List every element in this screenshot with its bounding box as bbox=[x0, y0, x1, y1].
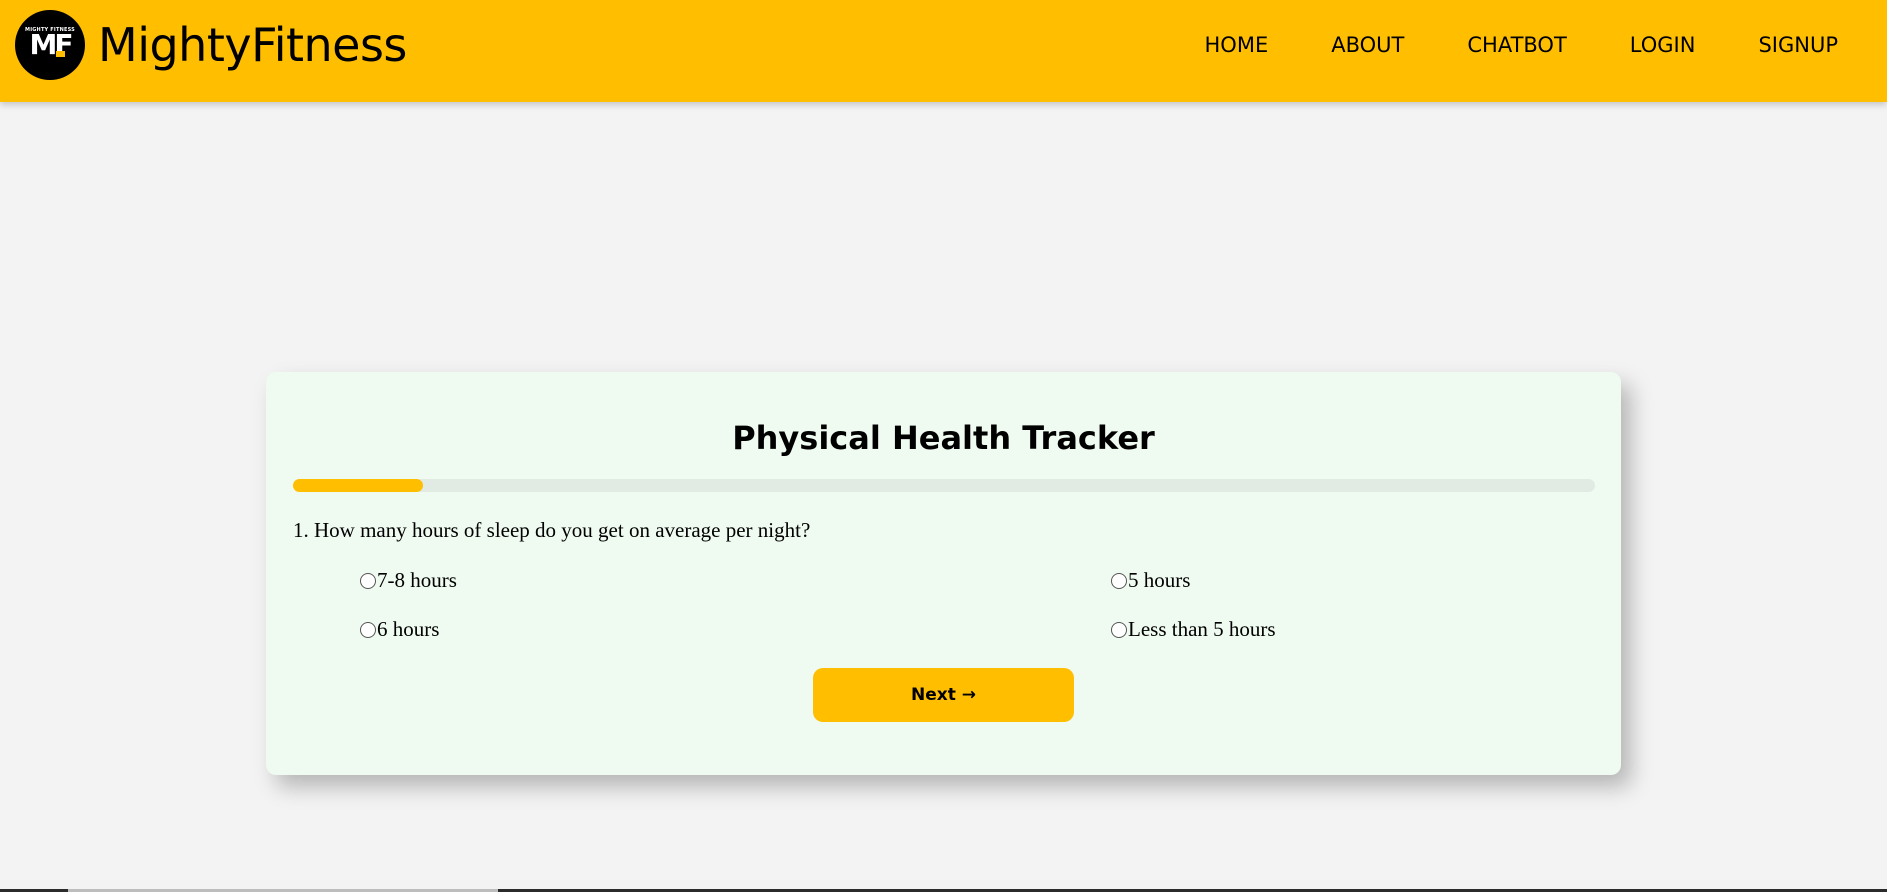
option-label: 5 hours bbox=[1128, 568, 1191, 592]
logo-accent-bar bbox=[56, 51, 65, 57]
option-label: 7-8 hours bbox=[377, 568, 457, 592]
nav-about-link[interactable]: ABOUT bbox=[1331, 33, 1404, 57]
nav-home-link[interactable]: HOME bbox=[1205, 33, 1269, 57]
mightyfitness-logo[interactable]: MIGHTY FITNESS MF bbox=[15, 10, 85, 80]
progress-bar bbox=[293, 479, 1595, 492]
radio-button[interactable] bbox=[360, 621, 376, 638]
option-label: 6 hours bbox=[377, 617, 440, 641]
brand-name[interactable]: MightyFitness bbox=[98, 18, 407, 72]
nav-chatbot-link[interactable]: CHATBOT bbox=[1467, 33, 1566, 57]
progress-bar-fill bbox=[293, 479, 424, 492]
health-tracker-card: Physical Health Tracker 1. How many hour… bbox=[266, 372, 1621, 775]
radio-button[interactable] bbox=[360, 572, 376, 589]
brand[interactable]: MIGHTY FITNESS MF MightyFitness bbox=[15, 10, 407, 80]
main-nav: HOME ABOUT CHATBOT LOGIN SIGNUP bbox=[1142, 33, 1838, 57]
nav-signup-link[interactable]: SIGNUP bbox=[1758, 33, 1838, 57]
option-5-hours[interactable]: 5 hours bbox=[1111, 568, 1190, 593]
tracker-title: Physical Health Tracker bbox=[732, 419, 1155, 457]
top-navbar: MIGHTY FITNESS MF MightyFitness HOME ABO… bbox=[0, 0, 1887, 102]
question-text: 1. How many hours of sleep do you get on… bbox=[293, 518, 811, 542]
option-label: Less than 5 hours bbox=[1128, 617, 1276, 641]
option-less-than-5-hours[interactable]: Less than 5 hours bbox=[1111, 617, 1276, 642]
next-button[interactable]: Next → bbox=[813, 668, 1074, 722]
nav-login-link[interactable]: LOGIN bbox=[1630, 33, 1696, 57]
option-7-8-hours[interactable]: 7-8 hours bbox=[360, 568, 457, 593]
logo-mf-text: MF bbox=[29, 28, 74, 61]
radio-button[interactable] bbox=[1111, 572, 1127, 589]
option-6-hours[interactable]: 6 hours bbox=[360, 617, 439, 642]
radio-button[interactable] bbox=[1111, 621, 1127, 638]
